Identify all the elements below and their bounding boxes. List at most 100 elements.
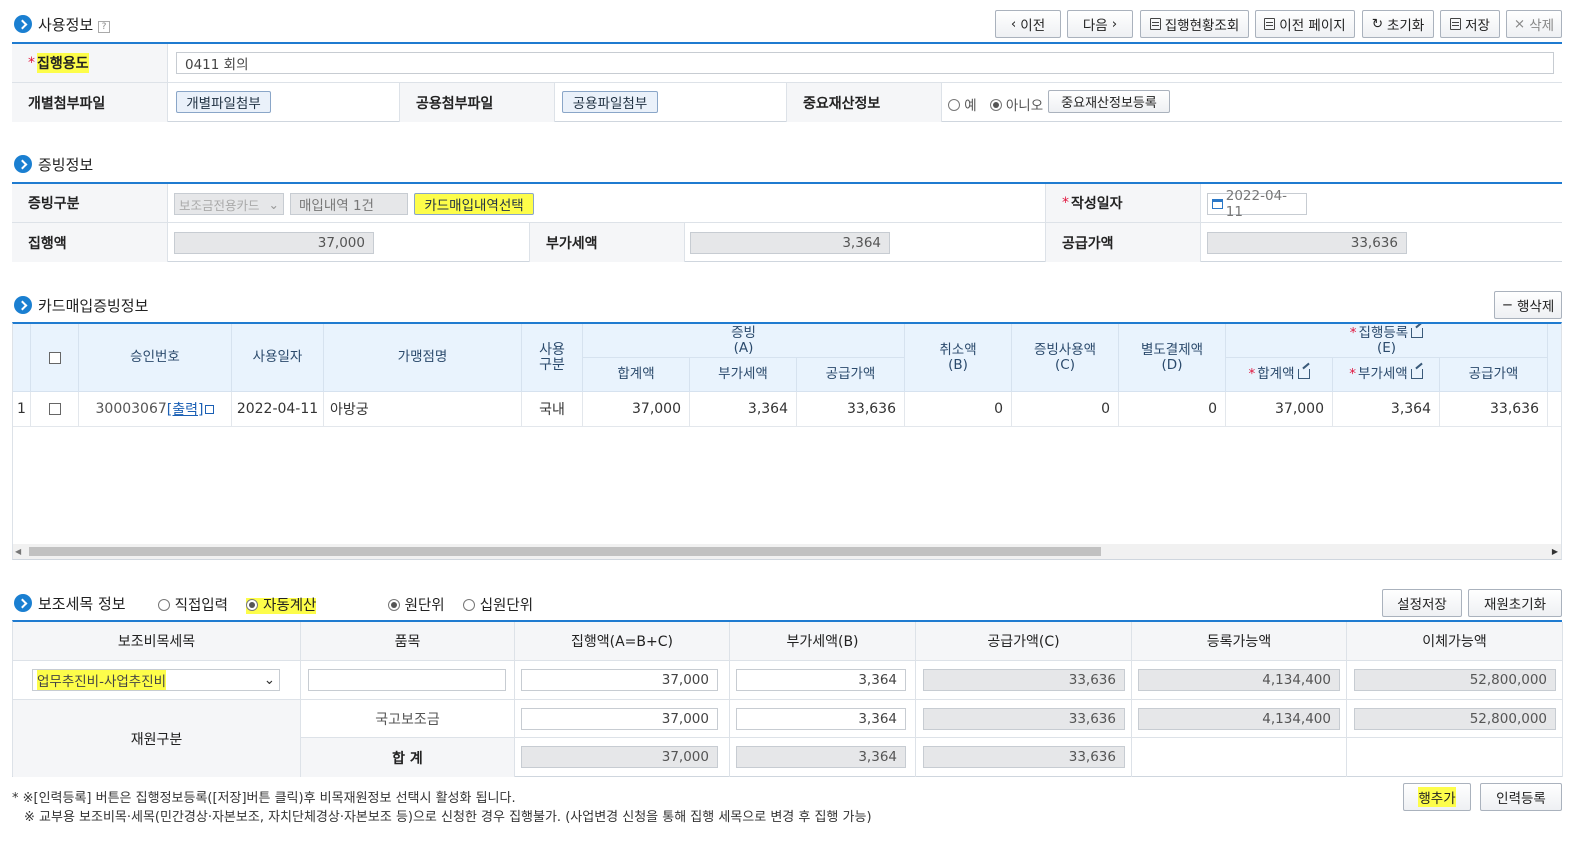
row-checkbox[interactable] [48,403,61,415]
direct-input-radio[interactable] [158,599,170,611]
delete-row-button[interactable]: − 행삭제 [1494,291,1562,319]
print-link[interactable]: [출력] [167,399,204,419]
item-select[interactable]: 업무추진비-사업추진비 ⌄ [32,669,280,691]
transferable-field: 52,800,000 [1354,669,1556,691]
header-vat: 부가세액(B) [730,622,916,661]
header-filler [1548,324,1561,392]
supply-cell: 33,636 [797,392,905,426]
chevron-down-icon: ⌄ [263,672,275,688]
save-setting-button[interactable]: 설정저장 [1382,589,1462,617]
supply-field: 33,636 [923,669,1125,691]
header-supply: 공급가액(C) [916,622,1132,661]
header-exec: 집행액(A=B+C) [515,622,730,661]
exec-supply-cell: 33,636 [1440,392,1548,426]
horizontal-scrollbar[interactable]: ◀ ▶ [13,544,1561,559]
select-all-checkbox[interactable] [48,351,61,364]
source-vat-input[interactable]: 3,364 [736,708,906,730]
exec-total-cell[interactable]: 37,000 [1226,392,1333,426]
header-exec: * 집행등록 (E) [1226,324,1548,358]
exec-cell: 37,000 [515,661,730,700]
header-registrable: 등록가능액 [1132,622,1347,661]
approval-cell: 30003067 [출력] [79,392,232,426]
auto-calc-option[interactable]: 자동계산 [246,598,317,614]
product-input[interactable] [308,669,506,691]
asset-yes-radio[interactable] [948,99,960,111]
purpose-label: * 집행용도 [12,44,168,82]
common-attach-label: 공용첨부파일 [399,83,555,122]
asset-no-radio[interactable] [989,99,1002,111]
source-transferable-field: 52,800,000 [1354,708,1556,730]
scroll-left-icon[interactable]: ◀ [15,547,21,556]
reset-button[interactable]: ↻ 초기화 [1362,10,1434,38]
total-exec-field: 37,000 [521,746,718,768]
section-arrow-icon [14,594,32,612]
source-registrable-cell: 4,134,400 [1132,700,1347,738]
vat-label: 부가세액 [529,223,685,262]
calendar-icon [1212,199,1223,209]
save-icon [1450,18,1462,30]
total-supply-field: 33,636 [923,746,1125,768]
status-lookup-button[interactable]: 집행현황조회 [1140,10,1249,38]
section-arrow-icon [14,296,32,314]
header-evidence: 증빙 (A) [583,324,905,358]
table-row[interactable]: 1 30003067 [출력] 2022-04-11 아방궁 국내 37,000 … [13,392,1561,427]
source-name-cell: 국고보조금 [301,700,515,738]
calc-mode-radio-group: 직접입력 자동계산 [158,594,317,615]
prev-button[interactable]: ‹ 이전 [995,10,1061,38]
source-registrable-field: 4,134,400 [1138,708,1340,730]
source-label: 재원구분 [13,700,301,777]
purchase-count-field: 매입내역 1건 [290,193,408,215]
registrable-field: 4,134,400 [1138,669,1340,691]
prev-page-button[interactable]: 이전 페이지 [1255,10,1355,38]
won-unit-radio[interactable] [388,599,400,611]
ten-won-unit-radio[interactable] [463,599,476,611]
add-row-button[interactable]: 행추가 [1403,783,1471,811]
usage-form: * 집행용도 0411 회의 개별첨부파일 개별파일첨부 공용첨부파일 공용파일첨… [12,42,1562,122]
reset-source-button[interactable]: 재원초기화 [1468,589,1562,617]
individual-attach-button[interactable]: 개별파일첨부 [176,91,271,113]
asset-info-label: 중요재산정보 [786,83,942,122]
edit-icon [1411,327,1424,338]
vat-input[interactable]: 3,364 [736,669,906,691]
minus-icon: − [1501,297,1514,313]
evidence-form: 증빙구분 보조금전용카드 ⌄ 매입내역 1건 카드매입내역선택 * 작성일자 202… [12,182,1562,262]
exec-vat-cell[interactable]: 3,364 [1333,392,1440,426]
scroll-right-icon[interactable]: ▶ [1552,547,1558,556]
save-button[interactable]: 저장 [1440,10,1500,38]
total-vat-cell: 3,364 [730,738,916,777]
vat-cell: 3,364 [690,392,797,426]
total-empty-cell [1347,738,1563,777]
exec-amount-field: 37,000 [174,232,374,254]
help-icon[interactable]: ? [97,21,110,33]
registrable-cell: 4,134,400 [1132,661,1347,700]
exec-input[interactable]: 37,000 [521,669,718,691]
source-vat-cell: 3,364 [730,700,916,738]
purpose-input[interactable]: 0411 회의 [176,52,1554,74]
auto-calc-radio[interactable] [246,599,259,611]
sub-item-table: 보조비목세목 품목 집행액(A=B+C) 부가세액(B) 공급가액(C) 등록가… [12,620,1563,777]
asset-register-button[interactable]: 중요재산정보등록 [1048,90,1170,113]
card-purchase-select-button[interactable]: 카드매입내역선택 [414,193,534,215]
header-supply: 공급가액 [797,358,905,392]
vat-cell: 3,364 [730,661,916,700]
source-supply-cell: 33,636 [916,700,1132,738]
row-number: 1 [13,392,31,426]
source-exec-input[interactable]: 37,000 [521,708,718,730]
date-input[interactable]: 2022-04-11 [1207,188,1307,220]
next-button[interactable]: 다음 › [1067,10,1133,38]
evidence-type-select[interactable]: 보조금전용카드 ⌄ [174,193,284,215]
staff-register-button[interactable]: 인력등록 [1480,783,1562,811]
header-use-date: 사용일자 [232,324,324,392]
card-section-title: 카드매입증빙정보 [38,297,149,315]
scrollbar-thumb[interactable] [29,547,1101,556]
supply-field: 33,636 [1207,232,1407,254]
header-item: 보조비목세목 [13,622,301,661]
delete-button[interactable]: × 삭제 [1506,10,1562,38]
header-check [31,324,79,392]
header-transferable: 이체가능액 [1347,622,1563,661]
source-transferable-cell: 52,800,000 [1347,700,1563,738]
total-label: 합 계 [301,738,515,777]
close-icon: × [1513,16,1526,32]
popup-icon[interactable] [205,404,215,414]
common-attach-button[interactable]: 공용파일첨부 [562,91,658,113]
